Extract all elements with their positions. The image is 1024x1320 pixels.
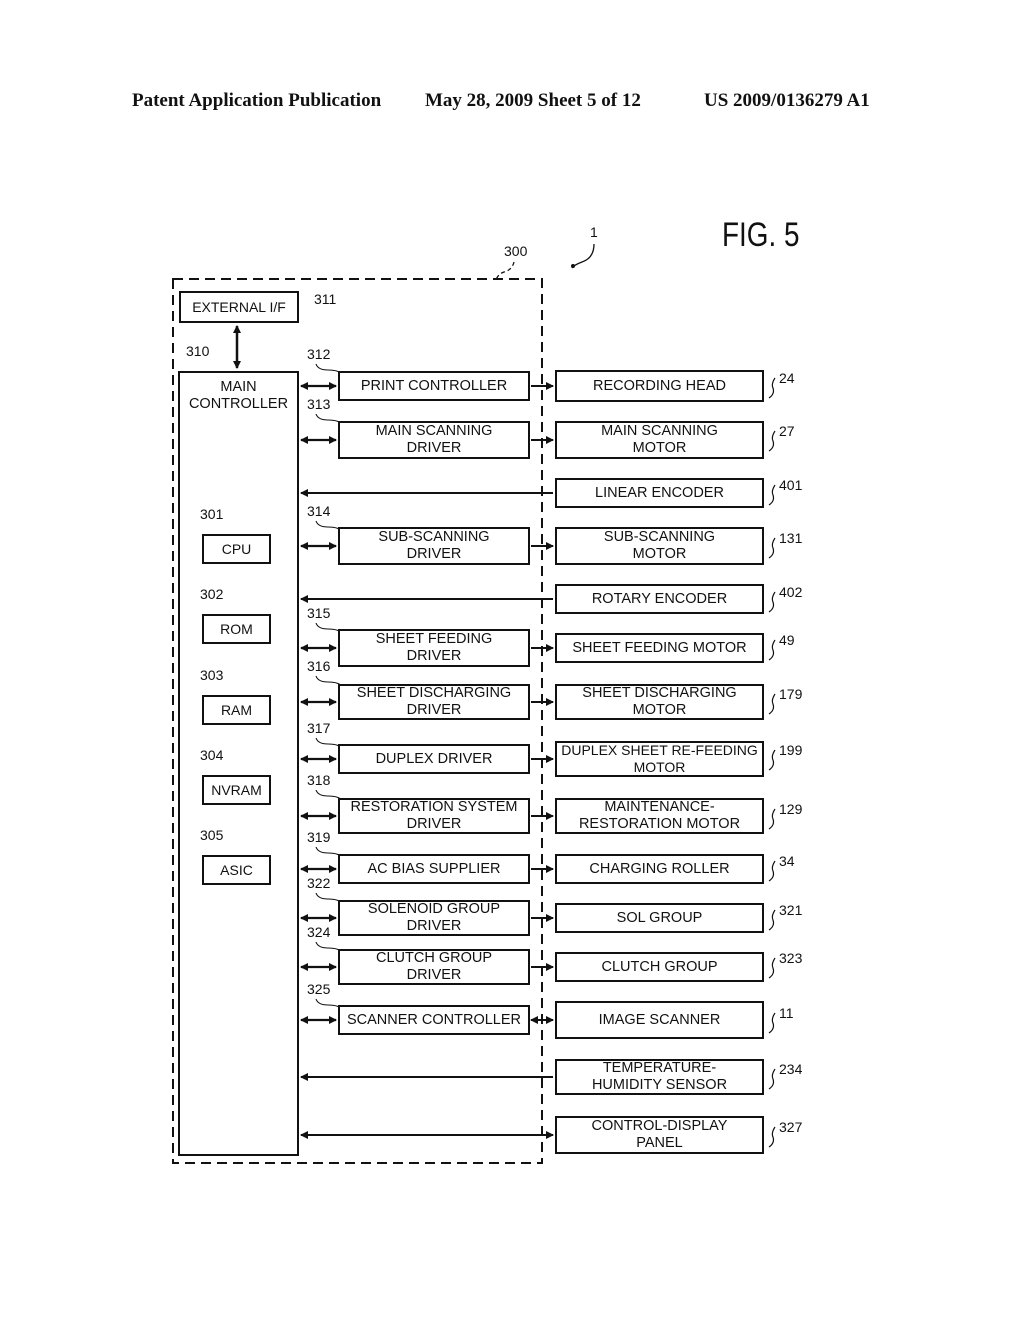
ref-device-item: 402 — [779, 584, 803, 600]
leader-line — [768, 1068, 776, 1090]
leader-1 — [571, 243, 595, 269]
device-box: MAINTENANCE- RESTORATION MOTOR — [555, 798, 764, 834]
driver-box: SUB-SCANNING DRIVER — [338, 527, 530, 565]
device-box: RECORDING HEAD — [555, 370, 764, 402]
leader-line — [768, 1012, 776, 1034]
driver-box: PRINT CONTROLLER — [338, 371, 530, 401]
leader-300 — [495, 261, 515, 281]
ref-rom: 302 — [200, 586, 224, 602]
device-box: SHEET FEEDING MOTOR — [555, 633, 764, 663]
leader-line — [768, 808, 776, 830]
ref-nvram: 304 — [200, 747, 224, 763]
ref-device-item: 11 — [779, 1005, 794, 1021]
main-controller-box: MAIN CONTROLLER — [178, 371, 299, 1156]
ref-device-item: 401 — [779, 477, 803, 493]
component-ram: RAM — [202, 695, 271, 725]
leader-line — [768, 484, 776, 506]
driver-box: SHEET DISCHARGING DRIVER — [338, 684, 530, 720]
leader-line — [768, 693, 776, 715]
leader-line — [768, 909, 776, 931]
ref-driver: 318 — [307, 772, 331, 788]
ref-device-item: 27 — [779, 423, 795, 439]
device-box: SHEET DISCHARGING MOTOR — [555, 684, 764, 720]
ref-asic: 305 — [200, 827, 224, 843]
external-if-box: EXTERNAL I/F — [179, 291, 299, 323]
ref-driver: 325 — [307, 981, 331, 997]
ref-ram: 303 — [200, 667, 224, 683]
device-box: CLUTCH GROUP — [555, 952, 764, 982]
leader-line — [768, 430, 776, 452]
driver-box: AC BIAS SUPPLIER — [338, 854, 530, 884]
device-box: SUB-SCANNING MOTOR — [555, 527, 764, 565]
device-box: SOL GROUP — [555, 903, 764, 933]
ref-driver: 314 — [307, 503, 331, 519]
device-box: DUPLEX SHEET RE-FEEDING MOTOR — [555, 741, 764, 777]
device-box: IMAGE SCANNER — [555, 1001, 764, 1039]
ref-driver: 324 — [307, 924, 331, 940]
ref-device-item: 131 — [779, 530, 803, 546]
device-box: CHARGING ROLLER — [555, 854, 764, 884]
driver-box: SOLENOID GROUP DRIVER — [338, 900, 530, 936]
driver-box: RESTORATION SYSTEM DRIVER — [338, 798, 530, 834]
device-box: LINEAR ENCODER — [555, 478, 764, 508]
component-asic: ASIC — [202, 855, 271, 885]
ref-driver: 316 — [307, 658, 331, 674]
ref-driver: 313 — [307, 396, 331, 412]
ref-device-item: 129 — [779, 801, 803, 817]
ref-device-item: 34 — [779, 853, 795, 869]
ref-cpu: 301 — [200, 506, 224, 522]
component-cpu: CPU — [202, 534, 271, 564]
ref-device-item: 234 — [779, 1061, 803, 1077]
ref-device-item: 199 — [779, 742, 803, 758]
device-box: CONTROL-DISPLAY PANEL — [555, 1116, 764, 1154]
device-box: ROTARY ENCODER — [555, 584, 764, 614]
leader-line — [768, 957, 776, 979]
device-box: TEMPERATURE- HUMIDITY SENSOR — [555, 1059, 764, 1095]
ref-driver: 317 — [307, 720, 331, 736]
driver-box: DUPLEX DRIVER — [338, 744, 530, 774]
component-rom: ROM — [202, 614, 271, 644]
ref-device-item: 323 — [779, 950, 803, 966]
leader-line — [768, 591, 776, 613]
ref-main-controller: 310 — [186, 343, 210, 359]
ref-device-item: 49 — [779, 632, 795, 648]
driver-box: SCANNER CONTROLLER — [338, 1005, 530, 1035]
component-nvram: NVRAM — [202, 775, 271, 805]
leader-line — [768, 1126, 776, 1148]
ref-driver: 322 — [307, 875, 331, 891]
leader-line — [768, 749, 776, 771]
ref-device-item: 179 — [779, 686, 803, 702]
ref-external-if: 311 — [314, 291, 337, 307]
ref-driver: 319 — [307, 829, 331, 845]
driver-box: SHEET FEEDING DRIVER — [338, 629, 530, 667]
driver-box: CLUTCH GROUP DRIVER — [338, 949, 530, 985]
leader-line — [768, 377, 776, 399]
leader-line — [768, 537, 776, 559]
leader-line — [768, 860, 776, 882]
ref-device-item: 24 — [779, 370, 795, 386]
ref-driver: 315 — [307, 605, 331, 621]
ref-device-item: 327 — [779, 1119, 803, 1135]
driver-box: MAIN SCANNING DRIVER — [338, 421, 530, 459]
ref-device-item: 321 — [779, 902, 803, 918]
device-box: MAIN SCANNING MOTOR — [555, 421, 764, 459]
leader-line — [768, 639, 776, 661]
ref-driver: 312 — [307, 346, 331, 362]
